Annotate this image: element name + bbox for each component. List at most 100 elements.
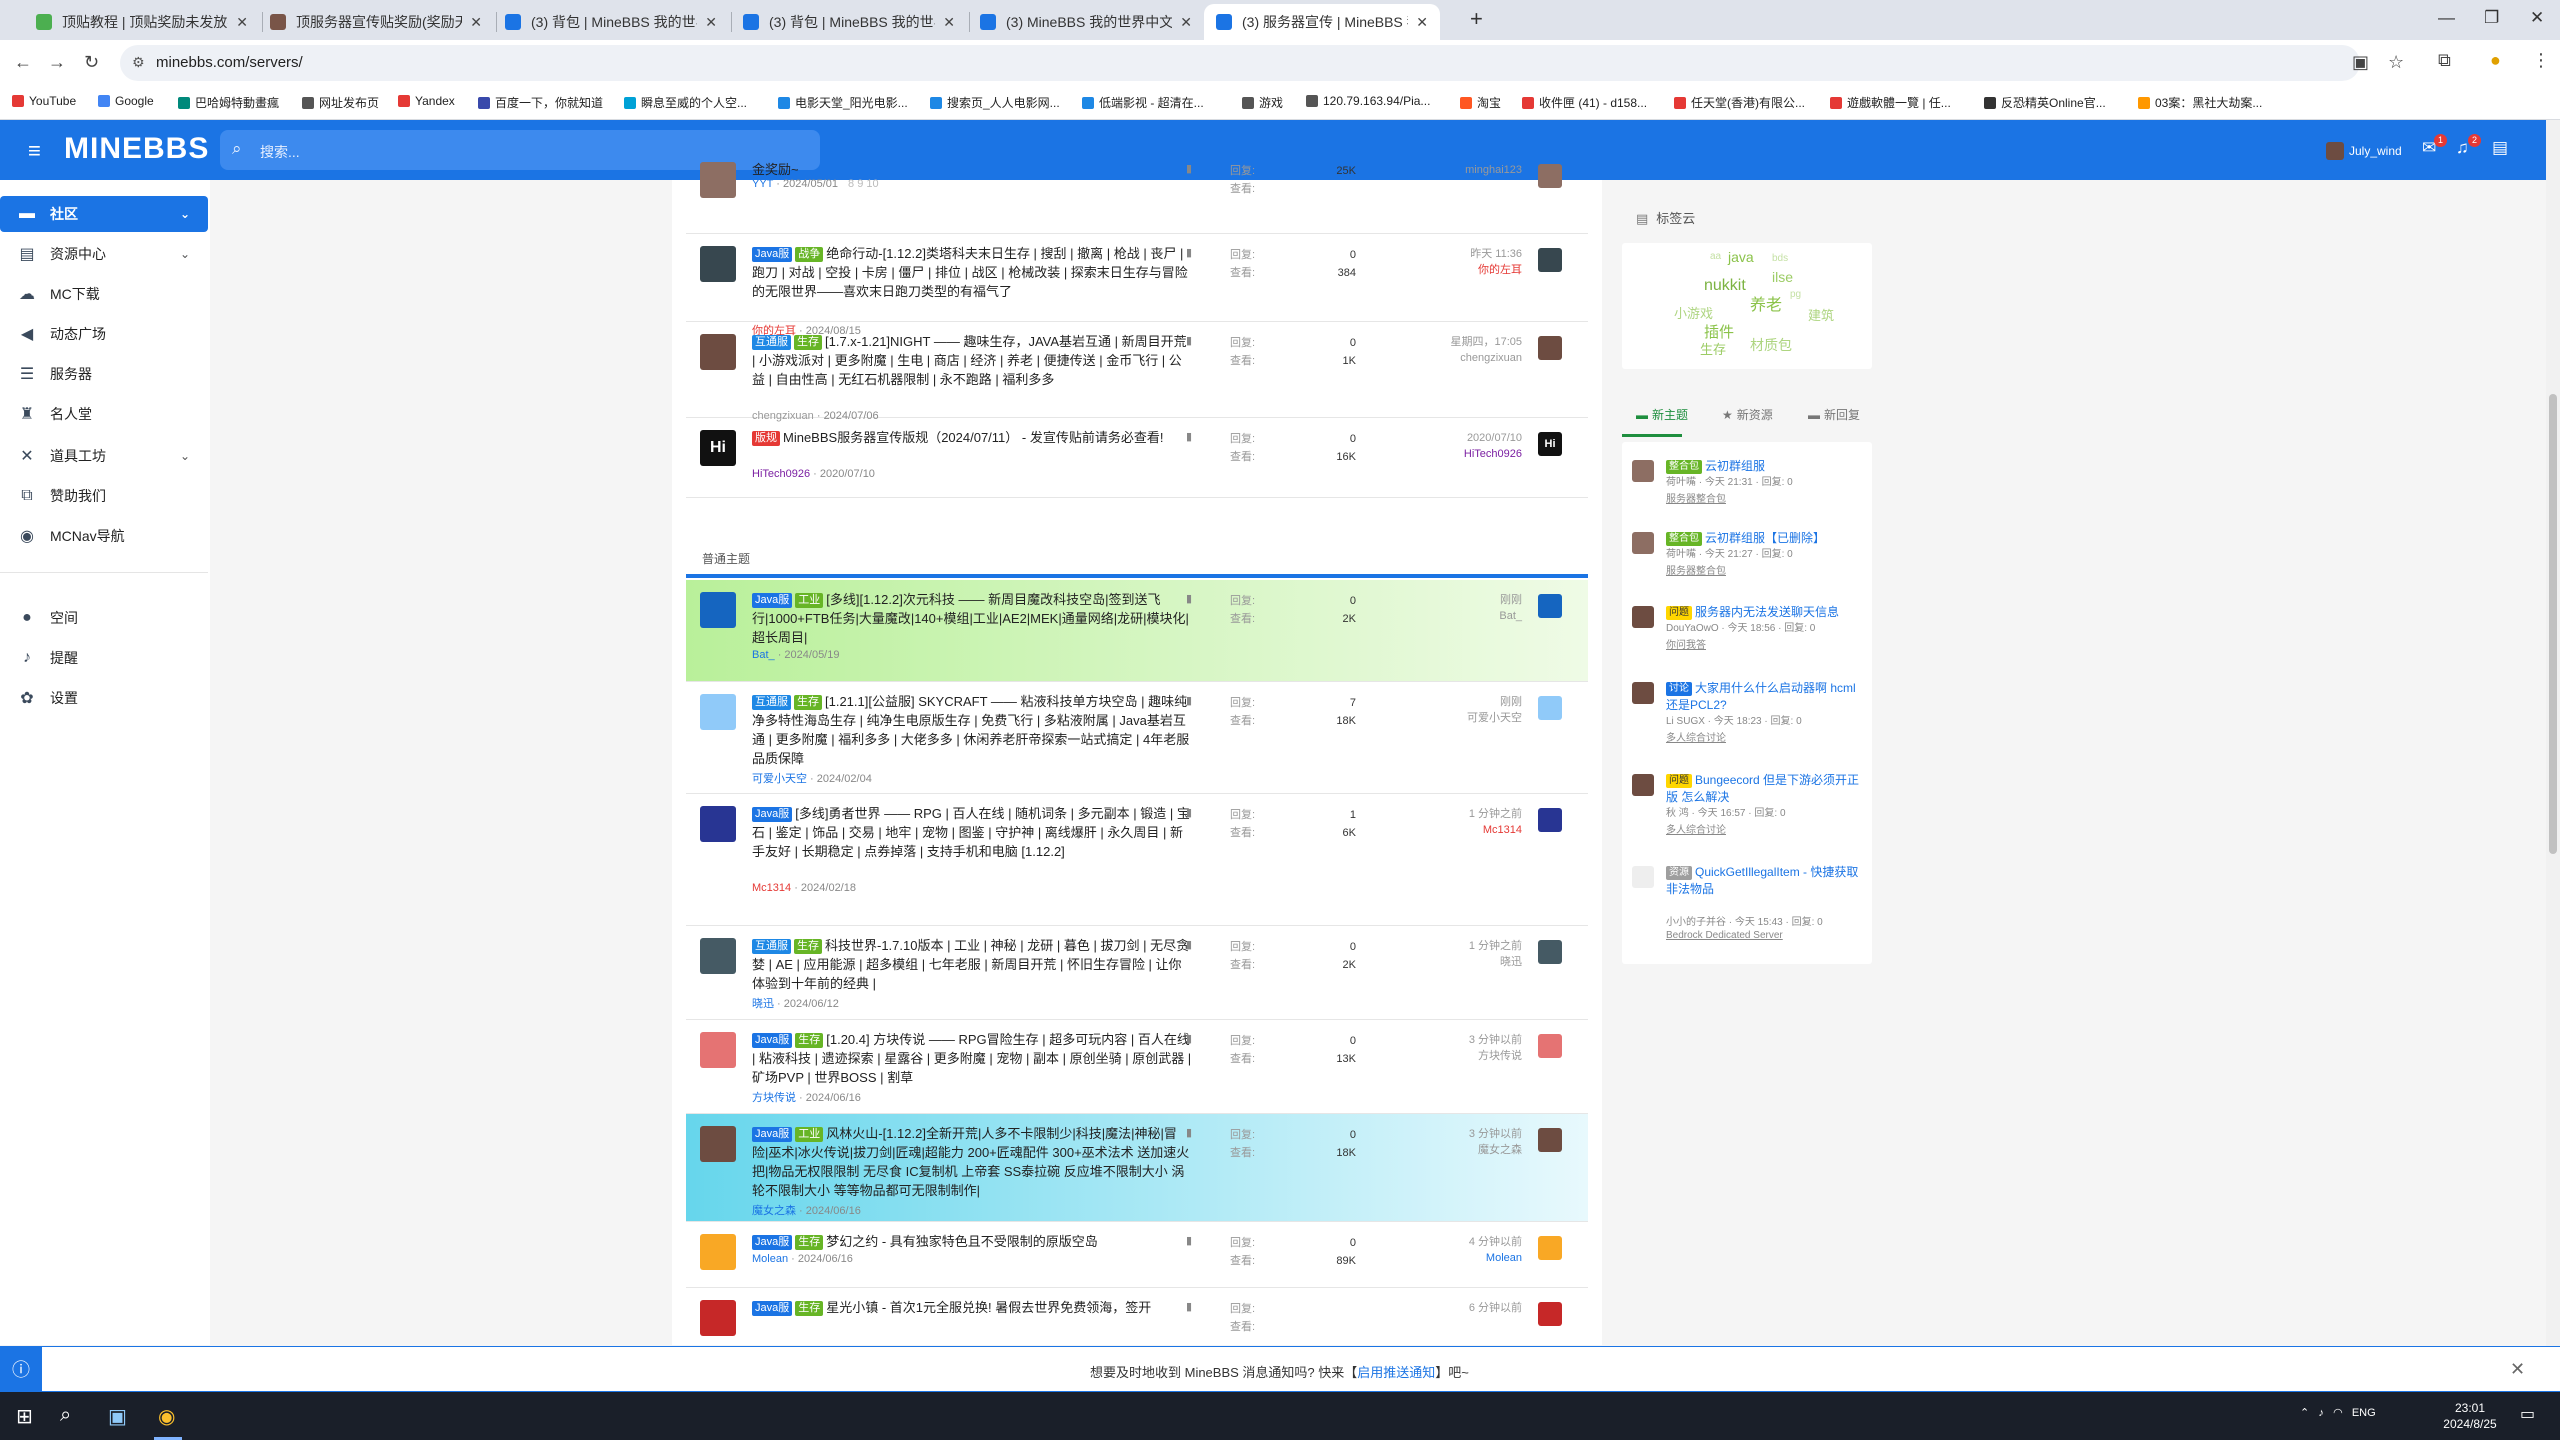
- thread-date[interactable]: 2024/05/01: [783, 178, 838, 190]
- new-thread-item[interactable]: 整合包 云初群组服【已删除】 荷叶嘴 · 今天 21:27 · 回复: 0 服务器整合…: [1632, 530, 1867, 600]
- bookmark-item[interactable]: 电影天堂_阳光电影...: [778, 94, 908, 111]
- minimize-icon[interactable]: —: [2438, 8, 2455, 28]
- bookmark-item[interactable]: 搜索页_人人电影网...: [930, 94, 1060, 111]
- sidebar-item[interactable]: ▬ 社区 ⌄: [0, 196, 208, 232]
- close-window-icon[interactable]: ✕: [2530, 8, 2544, 28]
- new-thread-title[interactable]: 资源 QuickGetIllegalItem - 快捷获取非法物品: [1666, 864, 1866, 898]
- new-thread-title-text[interactable]: 云初群组服: [1705, 459, 1765, 473]
- thread-author[interactable]: 魔女之森: [752, 1205, 796, 1217]
- new-thread-author[interactable]: 小小的子并谷: [1666, 917, 1726, 928]
- avatar[interactable]: [700, 694, 736, 730]
- last-post-avatar[interactable]: [1538, 164, 1562, 188]
- chevron-down-icon[interactable]: ⌄: [180, 449, 190, 463]
- thread-prefix-badge[interactable]: 生存: [794, 695, 822, 710]
- new-thread-item[interactable]: 整合包 云初群组服 荷叶嘴 · 今天 21:31 · 回复: 0 服务器整合包: [1632, 458, 1867, 528]
- avatar[interactable]: [1632, 682, 1654, 704]
- thread-prefix-badge[interactable]: Java服: [752, 1033, 793, 1048]
- avatar[interactable]: [700, 334, 736, 370]
- last-post-time[interactable]: 1 分钟之前: [1386, 938, 1522, 954]
- extensions-icon[interactable]: ⧉: [2438, 50, 2451, 71]
- thread-prefix-badge[interactable]: 工业: [795, 593, 824, 608]
- last-post-time[interactable]: 3 分钟以前: [1386, 1032, 1522, 1048]
- bookmark-item[interactable]: 收件匣 (41) - d158...: [1522, 94, 1647, 111]
- new-thread-title[interactable]: 整合包 云初群组服【已删除】: [1666, 530, 1866, 547]
- thread-prefix-badge[interactable]: Java服: [752, 593, 793, 608]
- last-post-avatar[interactable]: [1538, 1236, 1562, 1260]
- last-post-time[interactable]: 星期四，17:05: [1386, 334, 1522, 350]
- new-thread-title-text[interactable]: 服务器内无法发送聊天信息: [1695, 605, 1839, 619]
- last-post-user[interactable]: 你的左耳: [1386, 262, 1522, 278]
- thread-prefix-badge[interactable]: 讨论: [1666, 682, 1692, 696]
- back-icon[interactable]: ←: [14, 52, 32, 73]
- bookmark-item[interactable]: 03案：黑社大劫案...: [2138, 94, 2262, 111]
- bookmark-item[interactable]: Google: [98, 94, 154, 108]
- last-post-user[interactable]: 可爱小天空: [1386, 710, 1522, 726]
- browser-tab[interactable]: (3) MineBBS 我的世界中文论坛 ✕: [968, 4, 1204, 40]
- sidebar-item[interactable]: ● 空间: [0, 600, 208, 636]
- thread-prefix-badge[interactable]: 整合包: [1666, 460, 1702, 474]
- search-taskbar-icon[interactable]: ⌕: [60, 1404, 71, 1427]
- thread-prefix-badge[interactable]: 资源: [1666, 866, 1692, 880]
- thread-title-text[interactable]: 梦幻之约 - 具有独家特色且不受限制的原版空岛: [826, 1234, 1098, 1249]
- windows-start-icon[interactable]: ⊞: [16, 1404, 33, 1429]
- bookmark-item[interactable]: 遊戲軟體一覽 | 任...: [1830, 94, 1951, 111]
- thread-prefix-badge[interactable]: 问题: [1666, 606, 1692, 620]
- thread-author[interactable]: Mc1314: [752, 882, 791, 894]
- last-post-user[interactable]: minghai123: [1386, 162, 1522, 178]
- tray-chevron-icon[interactable]: ⌃: [2300, 1407, 2309, 1419]
- menu-icon[interactable]: ≡: [28, 138, 41, 164]
- language-indicator[interactable]: ENG: [2352, 1407, 2376, 1419]
- new-thread-forum[interactable]: 服务器整合包: [1666, 562, 1726, 577]
- new-thread-title[interactable]: 讨论 大家用什么什么启动器啊 hcml还是PCL2?: [1666, 680, 1866, 714]
- new-thread-forum[interactable]: 服务器整合包: [1666, 490, 1726, 505]
- thread-prefix-badge[interactable]: 生存: [795, 1033, 824, 1048]
- app-icon[interactable]: ▣: [108, 1404, 127, 1429]
- thread-prefix-badge[interactable]: Java服: [752, 807, 793, 822]
- bookmark-item[interactable]: YouTube: [12, 94, 76, 108]
- sidebar-item[interactable]: ♪ 提醒: [0, 640, 208, 676]
- browser-tab[interactable]: 顶服务器宣传贴奖励(奖励天空岛) ✕: [258, 4, 494, 40]
- thread-row[interactable]: Hi 版规 MineBBS服务器宣传版规（2024/07/11） - 发宣传贴前请务…: [686, 418, 1588, 498]
- thread-row[interactable]: Java服 [多线]勇者世界 —— RPG | 百人在线 | 随机词条 | 多元副…: [686, 794, 1588, 926]
- last-post-user[interactable]: 魔女之森: [1386, 1142, 1522, 1158]
- tab-new-resources[interactable]: ★ 新资源: [1722, 406, 1773, 423]
- system-tray[interactable]: ⌃ ♪ ◠ ENG: [2300, 1406, 2376, 1419]
- new-thread-item[interactable]: 问题 服务器内无法发送聊天信息 DouYaOwO · 今天 18:56 · 回复: …: [1632, 604, 1867, 674]
- browser-tab[interactable]: (3) 背包 | MineBBS 我的世界中文论坛 ✕: [731, 4, 967, 40]
- thread-author[interactable]: HiTech0926: [752, 468, 810, 480]
- tag-link[interactable]: 建筑: [1808, 305, 1834, 324]
- thread-author[interactable]: 方块传说: [752, 1092, 796, 1104]
- avatar[interactable]: [700, 1234, 736, 1270]
- forward-icon[interactable]: →: [48, 52, 66, 73]
- thread-title[interactable]: 金奖励~: [752, 160, 1192, 179]
- thread-row[interactable]: Java服 战争 绝命行动-[1.12.2]类塔科夫末日生存 | 搜刮 | 撤离 |…: [686, 234, 1588, 337]
- avatar[interactable]: [700, 1032, 736, 1068]
- thread-date[interactable]: 2024/02/04: [817, 773, 872, 785]
- last-post-avatar[interactable]: [1538, 696, 1562, 720]
- thread-prefix-badge[interactable]: 生存: [794, 939, 822, 954]
- new-thread-title[interactable]: 整合包 云初群组服: [1666, 458, 1866, 475]
- thread-author[interactable]: Molean: [752, 1253, 788, 1265]
- last-post-avatar[interactable]: [1538, 940, 1562, 964]
- last-post-avatar[interactable]: [1538, 594, 1562, 618]
- scrollbar-thumb[interactable]: [2549, 394, 2557, 854]
- thread-row[interactable]: 金奖励~ YYT · 2024/05/01 8 9 10 ▮ 回复: 查看: 25K ming…: [686, 150, 1588, 234]
- bookmark-item[interactable]: 任天堂(香港)有限公...: [1674, 94, 1805, 111]
- thread-pages[interactable]: 8 9 10: [848, 178, 879, 190]
- tab-new-threads[interactable]: ▬ 新主题: [1636, 406, 1688, 423]
- avatar[interactable]: [1632, 532, 1654, 554]
- avatar[interactable]: [700, 592, 736, 628]
- tab-close-icon[interactable]: ✕: [1180, 14, 1192, 31]
- tab-close-icon[interactable]: ✕: [1416, 14, 1428, 31]
- thread-prefix-badge[interactable]: 互通服: [752, 939, 791, 954]
- avatar[interactable]: [700, 162, 736, 198]
- sidebar-item[interactable]: ✿ 设置: [0, 680, 208, 716]
- close-icon[interactable]: ✕: [2510, 1359, 2525, 1380]
- thread-row[interactable]: Java服 生存 [1.20.4] 方块传说 —— RPG冒险生存 | 超多可玩内容…: [686, 1020, 1588, 1114]
- thread-title-text[interactable]: MineBBS服务器宣传版规（2024/07/11） - 发宣传贴前请务必查看!: [783, 430, 1163, 445]
- thread-prefix-badge[interactable]: 生存: [794, 335, 822, 350]
- thread-author[interactable]: Bat_: [752, 649, 775, 661]
- last-post-user[interactable]: Molean: [1386, 1250, 1522, 1266]
- thread-prefix-badge[interactable]: 互通服: [752, 695, 791, 710]
- thread-title[interactable]: 互通服 生存 科技世界-1.7.10版本 | 工业 | 神秘 | 龙研 | 暮色 |…: [752, 936, 1192, 993]
